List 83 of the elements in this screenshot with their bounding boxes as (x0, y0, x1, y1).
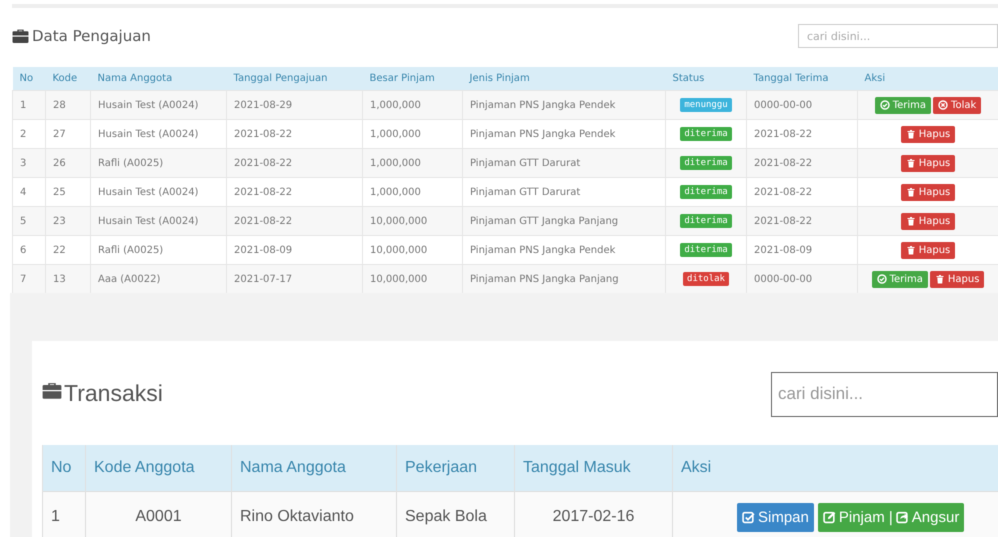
delete-button[interactable]: Hapus (900, 184, 956, 200)
table-cell: Sepak Bola (396, 492, 514, 537)
status-badge: diterima (680, 243, 732, 257)
table-cell: 1 (42, 492, 86, 537)
accept-button[interactable]: Terima (874, 96, 932, 114)
table-cell: 10,000,000 (362, 264, 462, 293)
table-cell: 2017-02-16 (514, 492, 672, 537)
status-badge: menunggu (680, 98, 732, 112)
column-header: Tanggal Masuk (514, 445, 672, 492)
table-cell: 2021-08-29 (226, 90, 362, 120)
trash-icon (906, 158, 916, 168)
table-cell: Pinjaman GTT Jangka Panjang (462, 206, 666, 236)
share-icon (896, 510, 909, 524)
check-circle-icon (880, 100, 890, 110)
table-cell: 1 (12, 90, 46, 120)
table-cell: 2021-08-22 (226, 148, 362, 178)
table-cell: 2021-08-22 (746, 206, 858, 236)
status-badge: diterima (680, 127, 732, 141)
trash-icon (906, 187, 916, 197)
table-cell: Pinjaman PNS Jangka Panjang (462, 264, 666, 293)
edit-icon (822, 510, 836, 524)
column-header: Jenis Pinjam (462, 67, 666, 90)
briefcase-icon (12, 28, 29, 43)
table-cell: 28 (46, 90, 90, 120)
loan-button[interactable]: Pinjam | Angsur (818, 502, 964, 532)
briefcase-icon (42, 381, 62, 399)
table-cell: 0000-00-00 (746, 264, 858, 293)
table-cell: 3 (12, 148, 46, 178)
status-badge: diterima (680, 156, 732, 170)
column-header: No (12, 67, 46, 90)
table-cell: Rafli (A0025) (90, 148, 226, 178)
table-cell: 0000-00-00 (746, 90, 858, 120)
delete-button[interactable]: Hapus (900, 126, 956, 142)
check-circle-icon (876, 274, 887, 284)
column-header: Aksi (858, 67, 998, 90)
column-header: Kode Anggota (86, 445, 232, 492)
column-header: Status (666, 67, 746, 90)
delete-button[interactable]: Hapus (900, 154, 956, 172)
table-cell: Aaa (A0022) (90, 264, 226, 293)
column-header: Besar Pinjam (362, 67, 462, 90)
table-cell: 23 (46, 206, 90, 236)
table-cell: 1,000,000 (362, 90, 462, 120)
table-cell: 2021-08-22 (746, 148, 858, 178)
search-field[interactable]: cari disini... (771, 372, 998, 416)
delete-button[interactable]: Hapus (900, 212, 956, 230)
table-cell: 2021-07-17 (226, 264, 362, 293)
delete-button[interactable]: Hapus (930, 270, 984, 288)
section-title: Data Pengajuan (32, 26, 151, 44)
status-badge: diterima (680, 185, 732, 199)
table-cell: 7 (12, 264, 46, 293)
reject-button[interactable]: Tolak (933, 96, 982, 114)
table-cell: Pinjaman PNS Jangka Pendek (462, 90, 666, 120)
column-header: Pekerjaan (396, 445, 514, 492)
table-cell: 5 (12, 206, 46, 236)
table-cell: 13 (46, 264, 90, 293)
accept-button[interactable]: Terima (872, 270, 928, 288)
table-cell: 26 (46, 148, 90, 178)
table-cell: 2021-08-22 (226, 206, 362, 236)
table-cell: Pinjaman GTT Darurat (462, 148, 666, 178)
table-cell: A0001 (86, 492, 232, 537)
save-button[interactable]: Simpan (737, 502, 814, 532)
x-circle-icon (938, 100, 948, 110)
column-header: Tanggal Terima (746, 67, 858, 90)
table-cell: Husain Test (A0024) (90, 206, 226, 236)
column-header: Tanggal Pengajuan (226, 67, 362, 90)
column-header: Nama Anggota (90, 67, 226, 90)
delete-button[interactable]: Hapus (900, 242, 956, 258)
trash-icon (906, 245, 916, 255)
column-header: Aksi (672, 445, 998, 492)
trash-icon (934, 274, 945, 284)
column-header: Nama Anggota (232, 445, 396, 492)
table-cell: 10,000,000 (362, 206, 462, 236)
column-header: No (42, 445, 86, 492)
trash-icon (906, 129, 916, 139)
status-badge: ditolak (683, 272, 729, 286)
checkbox-icon (742, 510, 755, 524)
column-header: Kode (46, 67, 90, 90)
status-badge: diterima (680, 214, 732, 228)
table-cell: Husain Test (A0024) (90, 90, 226, 120)
table-cell: Rino Oktavianto (232, 492, 396, 537)
trash-icon (906, 216, 916, 226)
section-title: Transaksi (64, 380, 163, 406)
table-cell: 1,000,000 (362, 148, 462, 178)
